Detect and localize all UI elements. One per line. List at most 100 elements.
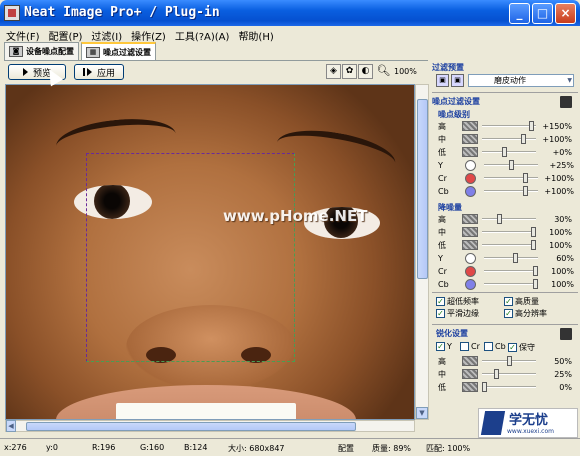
apply-button[interactable]: 应用 <box>74 64 124 80</box>
slider-knob[interactable] <box>531 240 536 250</box>
noise-level-label: 中 <box>438 134 446 144</box>
slider-knob[interactable] <box>533 266 538 276</box>
save-preset-icon[interactable]: ▣ <box>451 74 464 87</box>
checkbox-box[interactable] <box>484 342 493 351</box>
image-viewport[interactable]: www.pHome.NET <box>5 84 415 420</box>
option-checkbox[interactable]: ✓ 高质量 <box>504 296 539 307</box>
noise-reduction-slider[interactable] <box>482 240 536 250</box>
color-wheel-icon[interactable]: ✿ <box>342 64 357 79</box>
slider-knob[interactable] <box>523 173 529 183</box>
checkbox-box[interactable] <box>460 342 469 351</box>
sharpen-channel-checkbox[interactable]: ✓ Y <box>436 342 452 351</box>
frequency-swatch-icon <box>462 356 478 366</box>
noise-level-slider[interactable] <box>482 121 536 131</box>
slider-knob[interactable] <box>508 160 514 170</box>
channel-color-icon <box>465 252 476 264</box>
noise-level-slider[interactable] <box>484 160 538 170</box>
slider-knob[interactable] <box>513 253 519 263</box>
noise-reduction-label: Y <box>438 253 443 263</box>
checkbox-box[interactable]: ✓ <box>504 309 513 318</box>
option-checkbox[interactable]: ✓ 超低频率 <box>436 296 479 307</box>
minimize-button[interactable]: _ <box>509 3 530 24</box>
noise-level-row: 高 +150% <box>438 120 574 132</box>
noise-reduction-label: 中 <box>438 227 446 237</box>
noise-level-row: Cr +100% <box>438 172 574 184</box>
menu-action[interactable]: 操作(Z) <box>129 26 173 43</box>
channel-label: Cb <box>495 342 506 351</box>
slider-knob[interactable] <box>521 134 527 144</box>
slider-knob[interactable] <box>533 279 538 289</box>
magnifier-icon[interactable]: 🔍︎ <box>376 64 391 79</box>
scroll-left-arrow-icon[interactable]: ◀ <box>6 420 16 432</box>
noise-reduction-value: 100% <box>551 266 574 276</box>
sharpen-slider[interactable] <box>482 356 536 366</box>
option-checkbox[interactable]: ✓ 高分辨率 <box>504 308 547 319</box>
title-bar[interactable]: Neat Image Pro+ / Plug-in _ □ × <box>0 0 580 26</box>
window-title: Neat Image Pro+ / Plug-in <box>24 5 220 20</box>
slider-knob[interactable] <box>506 356 512 366</box>
noise-level-slider[interactable] <box>484 186 538 196</box>
noise-reduction-slider[interactable] <box>484 266 538 276</box>
checkbox-box[interactable]: ✓ <box>436 342 445 351</box>
vertical-scroll-thumb[interactable] <box>417 99 428 279</box>
tab-noise-filter-settings[interactable]: ▦ 噪点过滤设置 <box>81 42 156 60</box>
load-preset-icon[interactable]: ▣ <box>436 74 449 87</box>
checkbox-box[interactable]: ✓ <box>436 297 445 306</box>
noise-level-slider[interactable] <box>484 173 538 183</box>
preview-selection-rectangle[interactable] <box>86 153 295 362</box>
reset-trash-icon[interactable] <box>560 96 572 108</box>
app-icon[interactable] <box>4 5 20 21</box>
noise-level-slider[interactable] <box>482 147 536 157</box>
noise-reduction-row: Cb 100% <box>438 278 574 290</box>
horizontal-scroll-thumb[interactable] <box>26 422 356 431</box>
sharpen-channel-checkbox[interactable]: Cr <box>460 342 480 351</box>
noise-level-row: 低 +0% <box>438 146 574 158</box>
view-mode-icon[interactable]: ◐ <box>358 64 373 79</box>
noise-level-slider[interactable] <box>482 134 536 144</box>
maximize-button[interactable]: □ <box>532 3 553 24</box>
sharpen-slider[interactable] <box>482 382 536 392</box>
vertical-scrollbar[interactable]: ▼ <box>415 84 429 420</box>
menu-filter[interactable]: 过滤(I) <box>89 26 129 43</box>
scroll-down-arrow-icon[interactable]: ▼ <box>416 407 428 419</box>
slider-knob[interactable] <box>523 186 529 196</box>
sharpen-reset-icon[interactable] <box>560 328 572 340</box>
tab-label: 噪点过滤设置 <box>103 47 151 57</box>
frequency-swatch-icon <box>462 240 478 250</box>
option-checkbox[interactable]: ✓ 平滑边缘 <box>436 308 479 319</box>
noise-reduction-header: 降噪量 <box>438 203 462 212</box>
noise-reduction-row: Cr 100% <box>438 265 574 277</box>
tab-label: 设备噪点配置 <box>26 47 74 56</box>
noise-reduction-slider[interactable] <box>484 279 538 289</box>
noise-reduction-slider[interactable] <box>482 227 536 237</box>
slider-knob[interactable] <box>531 227 536 237</box>
menu-profile[interactable]: 配置(P) <box>47 26 90 43</box>
tab-strip: ◙ 设备噪点配置 ▦ 噪点过滤设置 <box>4 42 158 60</box>
slider-knob[interactable] <box>528 121 534 131</box>
checkbox-box[interactable]: ✓ <box>504 297 513 306</box>
compare-icon[interactable]: ◈ <box>326 64 341 79</box>
menu-bar: 文件(F) 配置(P) 过滤(I) 操作(Z) 工具(?A)(A) 帮助(H) <box>0 26 580 43</box>
menu-tools[interactable]: 工具(?A)(A) <box>173 26 237 43</box>
tab-device-noise-profile[interactable]: ◙ 设备噪点配置 <box>4 42 79 60</box>
checkbox-box[interactable]: ✓ <box>436 309 445 318</box>
menu-file[interactable]: 文件(F) <box>4 26 47 43</box>
settings-panel: 过滤预置 ▣ ▣ 磨皮动作 噪点过滤设置 噪点级别 高 +150% 中 +100% 低 +… <box>432 60 578 405</box>
slider-knob[interactable] <box>496 214 502 224</box>
slider-knob[interactable] <box>494 369 500 379</box>
zoom-level[interactable]: 100% <box>394 67 417 76</box>
divider <box>432 92 578 93</box>
noise-reduction-slider[interactable] <box>482 214 536 224</box>
slider-knob[interactable] <box>501 147 507 157</box>
sharpen-slider[interactable] <box>482 369 536 379</box>
sharpen-channel-checkbox[interactable]: Cb <box>484 342 506 351</box>
close-button[interactable]: × <box>555 3 576 24</box>
noise-reduction-slider[interactable] <box>484 253 538 263</box>
checkbox-box[interactable]: ✓ <box>508 343 517 352</box>
option-label: 高分辨率 <box>515 309 547 318</box>
sharpen-channel-checkbox[interactable]: ✓ 保守 <box>508 342 535 353</box>
menu-help[interactable]: 帮助(H) <box>236 26 280 43</box>
preset-dropdown[interactable]: 磨皮动作 <box>468 74 574 87</box>
slider-knob[interactable] <box>482 382 487 392</box>
horizontal-scrollbar[interactable]: ◀ <box>5 420 415 432</box>
